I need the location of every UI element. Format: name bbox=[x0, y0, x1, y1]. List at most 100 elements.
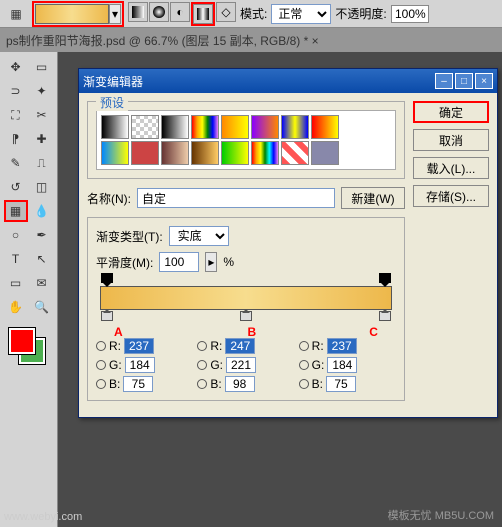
document-tab[interactable]: ps制作重阳节海报.psd @ 66.7% (图层 15 副本, RGB/8) … bbox=[0, 28, 502, 52]
preset-7[interactable] bbox=[311, 115, 339, 139]
b-input[interactable] bbox=[225, 376, 255, 392]
dodge-tool[interactable]: ○ bbox=[4, 224, 28, 246]
save-button[interactable]: 存储(S)... bbox=[413, 185, 489, 207]
mode-label: 模式: bbox=[240, 5, 267, 22]
g-input[interactable] bbox=[125, 357, 155, 373]
gradient-picker-highlight: ▾ bbox=[32, 1, 124, 27]
opacity-label: 不透明度: bbox=[335, 5, 386, 22]
gradient-swatch[interactable] bbox=[35, 4, 109, 24]
radio-icon[interactable] bbox=[197, 341, 207, 351]
name-input[interactable] bbox=[137, 188, 335, 208]
type-label: 渐变类型(T): bbox=[96, 228, 163, 245]
gradient-dropdown[interactable]: ▾ bbox=[109, 4, 121, 24]
tool-preset[interactable]: ▦ bbox=[4, 3, 28, 25]
stamp-tool[interactable]: ⎍ bbox=[30, 152, 54, 174]
preset-13[interactable] bbox=[251, 141, 279, 165]
gradient-type-buttons: ◐ ◇ bbox=[128, 2, 236, 26]
radio-icon[interactable] bbox=[96, 379, 106, 389]
preset-12[interactable] bbox=[221, 141, 249, 165]
heal-tool[interactable]: ✚ bbox=[30, 128, 54, 150]
diamond-gradient-btn[interactable]: ◇ bbox=[216, 2, 236, 22]
maximize-btn[interactable]: □ bbox=[455, 73, 473, 89]
type-select[interactable]: 实底 bbox=[169, 226, 229, 246]
shape-tool[interactable]: ▭ bbox=[4, 272, 28, 294]
radio-icon[interactable] bbox=[197, 379, 207, 389]
radio-icon[interactable] bbox=[96, 341, 106, 351]
color-stop-b[interactable] bbox=[240, 311, 252, 323]
preset-3[interactable] bbox=[191, 115, 219, 139]
radio-icon[interactable] bbox=[299, 379, 309, 389]
move-tool[interactable]: ✥ bbox=[4, 56, 28, 78]
g-input[interactable] bbox=[327, 357, 357, 373]
preset-10[interactable] bbox=[161, 141, 189, 165]
minimize-btn[interactable]: – bbox=[435, 73, 453, 89]
blur-tool[interactable]: 💧 bbox=[30, 200, 54, 222]
watermark-left: www.webyi.com bbox=[4, 511, 82, 523]
slice-tool[interactable]: ✂ bbox=[30, 104, 54, 126]
linear-gradient-btn[interactable] bbox=[128, 2, 148, 22]
zoom-tool[interactable]: 🔍 bbox=[30, 296, 54, 318]
options-bar: ▦ ▾ ◐ ◇ 模式: 正常 不透明度: bbox=[0, 0, 502, 28]
hand-tool[interactable]: ✋ bbox=[4, 296, 28, 318]
foreground-color[interactable] bbox=[9, 328, 35, 354]
b-input[interactable] bbox=[326, 376, 356, 392]
gradient-tool[interactable]: ▦ bbox=[4, 200, 28, 222]
preset-2[interactable] bbox=[161, 115, 189, 139]
marquee-tool[interactable]: ▭ bbox=[30, 56, 54, 78]
preset-8[interactable] bbox=[101, 141, 129, 165]
lasso-tool[interactable]: ⊃ bbox=[4, 80, 28, 102]
r-input[interactable] bbox=[327, 338, 357, 354]
radio-icon[interactable] bbox=[197, 360, 207, 370]
rgb-col-2: R: G: B: bbox=[299, 338, 396, 392]
brush-tool[interactable]: ✎ bbox=[4, 152, 28, 174]
history-tool[interactable]: ↺ bbox=[4, 176, 28, 198]
notes-tool[interactable]: ✉ bbox=[30, 272, 54, 294]
r-input[interactable] bbox=[225, 338, 255, 354]
preset-0[interactable] bbox=[101, 115, 129, 139]
gradient-editor-dialog: 渐变编辑器 – □ × 预设 名称(N): 新建(W) 渐变类型(T): 实底 bbox=[78, 68, 498, 418]
dialog-titlebar[interactable]: 渐变编辑器 – □ × bbox=[79, 69, 497, 93]
reflected-gradient-btn[interactable] bbox=[193, 4, 213, 24]
radio-icon[interactable] bbox=[299, 341, 309, 351]
close-btn[interactable]: × bbox=[475, 73, 493, 89]
preset-5[interactable] bbox=[251, 115, 279, 139]
wand-tool[interactable]: ✦ bbox=[30, 80, 54, 102]
cancel-button[interactable]: 取消 bbox=[413, 129, 489, 151]
preset-9[interactable] bbox=[131, 141, 159, 165]
preset-4[interactable] bbox=[221, 115, 249, 139]
opacity-input[interactable] bbox=[391, 5, 429, 23]
color-stop-a[interactable] bbox=[101, 311, 113, 323]
preset-1[interactable] bbox=[131, 115, 159, 139]
preset-6[interactable] bbox=[281, 115, 309, 139]
crop-tool[interactable]: ⛶ bbox=[4, 104, 28, 126]
color-stop-c[interactable] bbox=[379, 311, 391, 323]
preset-14[interactable] bbox=[281, 141, 309, 165]
path-tool[interactable]: ↖ bbox=[30, 248, 54, 270]
new-button[interactable]: 新建(W) bbox=[341, 187, 405, 209]
pen-tool[interactable]: ✒ bbox=[30, 224, 54, 246]
radial-gradient-btn[interactable] bbox=[149, 2, 169, 22]
eraser-tool[interactable]: ◫ bbox=[30, 176, 54, 198]
load-button[interactable]: 载入(L)... bbox=[413, 157, 489, 179]
r-input[interactable] bbox=[124, 338, 154, 354]
b-input[interactable] bbox=[123, 376, 153, 392]
smooth-input[interactable] bbox=[159, 252, 199, 272]
opacity-stop-left[interactable] bbox=[101, 273, 113, 285]
angle-gradient-btn[interactable]: ◐ bbox=[170, 2, 190, 22]
preset-15[interactable] bbox=[311, 141, 339, 165]
mode-select[interactable]: 正常 bbox=[271, 4, 331, 24]
preset-11[interactable] bbox=[191, 141, 219, 165]
toolbox: ✥▭ ⊃✦ ⛶✂ ⁋✚ ✎⎍ ↺◫ ▦💧 ○✒ T↖ ▭✉ ✋🔍 bbox=[0, 52, 58, 527]
g-input[interactable] bbox=[226, 357, 256, 373]
gradient-bar[interactable]: A B C bbox=[100, 286, 392, 310]
eyedropper-tool[interactable]: ⁋ bbox=[4, 128, 28, 150]
ok-button[interactable]: 确定 bbox=[413, 101, 489, 123]
smooth-dropdown[interactable]: ▸ bbox=[205, 252, 217, 272]
opacity-stop-right[interactable] bbox=[379, 273, 391, 285]
radio-icon[interactable] bbox=[299, 360, 309, 370]
marker-a: A bbox=[114, 325, 123, 339]
dialog-title: 渐变编辑器 bbox=[83, 73, 143, 90]
radio-icon[interactable] bbox=[96, 360, 106, 370]
presets-grid bbox=[96, 110, 396, 170]
type-tool[interactable]: T bbox=[4, 248, 28, 270]
